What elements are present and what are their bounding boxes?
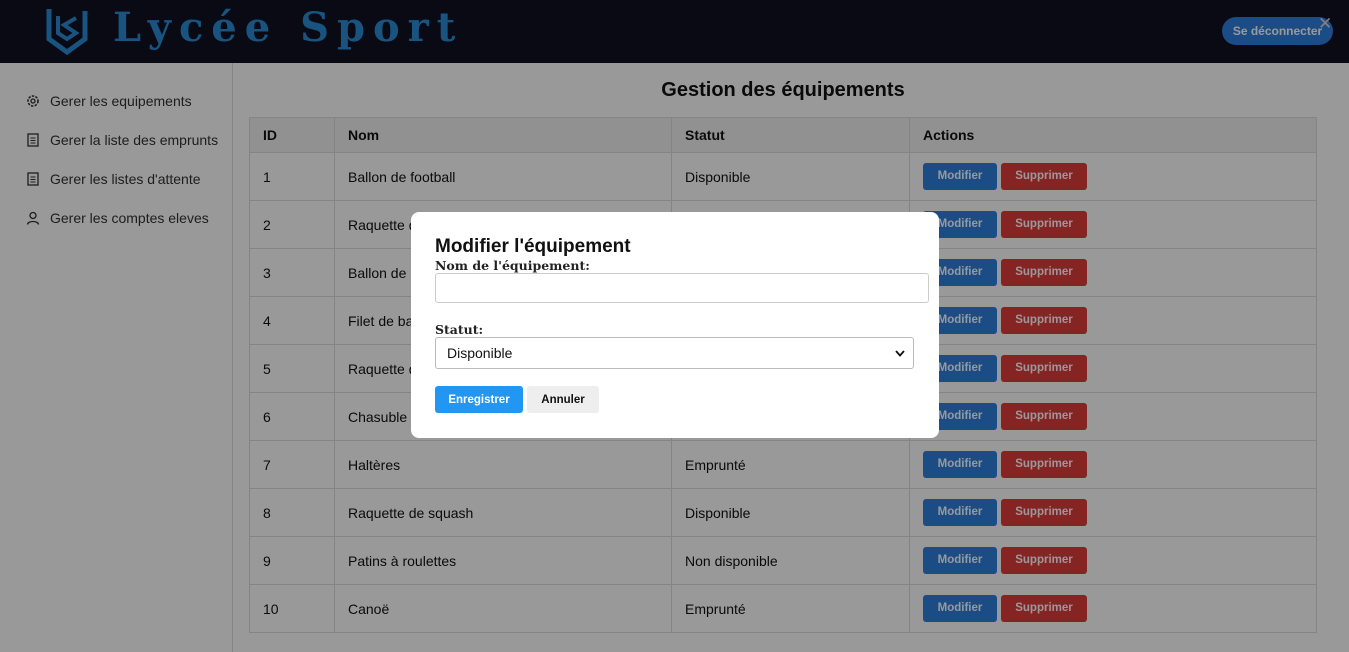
equipment-name-input[interactable] (435, 273, 929, 303)
chevron-down-icon (895, 349, 905, 357)
name-field-label: Nom de l'équipement: (435, 258, 590, 273)
edit-equipment-modal: Modifier l'équipement Nom de l'équipemen… (411, 212, 939, 438)
status-select[interactable]: Disponible (435, 337, 914, 369)
save-button[interactable]: Enregistrer (435, 386, 523, 413)
cancel-button[interactable]: Annuler (527, 386, 599, 413)
status-select-value: Disponible (447, 345, 513, 361)
modal-title: Modifier l'équipement (435, 236, 631, 257)
status-field-label: Statut: (435, 322, 484, 337)
